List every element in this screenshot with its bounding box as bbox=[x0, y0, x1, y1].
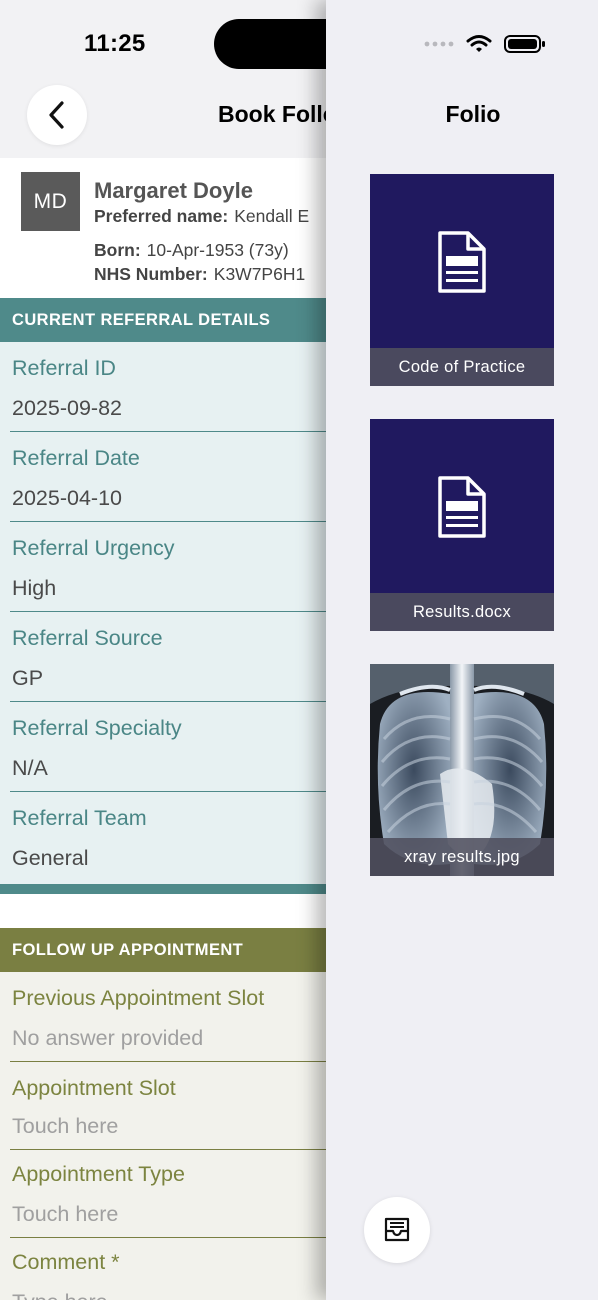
nhs-number-row: NHS Number: K3W7P6H1 bbox=[94, 264, 305, 285]
appointment-slot-input[interactable]: Touch here bbox=[12, 1114, 118, 1139]
field-value: 2025-09-82 bbox=[12, 396, 122, 420]
field-label: Referral Source bbox=[12, 626, 163, 650]
document-name: Code of Practice bbox=[370, 348, 554, 386]
field-value: High bbox=[12, 576, 57, 600]
follow-up-section: Previous Appointment Slot No answer prov… bbox=[0, 972, 326, 1300]
patient-banner: MD Margaret Doyle Preferred name: Kendall… bbox=[0, 158, 326, 298]
nhs-number-label: NHS Number: bbox=[94, 264, 208, 284]
field-label: Referral ID bbox=[12, 356, 116, 380]
appointment-type-field[interactable]: Appointment Type Touch here bbox=[0, 1150, 326, 1238]
referral-section: Referral ID 2025-09-82 Referral Date 202… bbox=[0, 342, 326, 884]
field-label: Referral Team bbox=[12, 806, 147, 830]
field-value: No answer provided bbox=[12, 1026, 204, 1050]
document-icon bbox=[438, 476, 486, 538]
folio-panel: Folio Code of Practice Results.docx xray… bbox=[326, 0, 598, 1300]
folio-title: Folio bbox=[445, 101, 501, 127]
back-button[interactable] bbox=[27, 85, 87, 145]
preferred-name-row: Preferred name: Kendall E bbox=[94, 206, 309, 227]
field-value: GP bbox=[12, 666, 44, 690]
previous-appointment-slot-field: Previous Appointment Slot No answer prov… bbox=[0, 972, 326, 1062]
field-label: Appointment Type bbox=[12, 1162, 185, 1186]
referral-date-field: Referral Date 2025-04-10 bbox=[0, 432, 326, 522]
inbox-icon bbox=[384, 1217, 410, 1242]
avatar: MD bbox=[21, 172, 80, 231]
field-label: Referral Urgency bbox=[12, 536, 175, 560]
born-label: Born: bbox=[94, 240, 141, 260]
status-icons bbox=[424, 32, 546, 56]
field-label: Appointment Slot bbox=[12, 1076, 176, 1100]
field-value: General bbox=[12, 846, 89, 870]
wifi-icon bbox=[466, 35, 492, 52]
folio-document-tile[interactable]: Results.docx bbox=[370, 419, 554, 631]
document-icon bbox=[438, 231, 486, 293]
field-label: Referral Date bbox=[12, 446, 140, 470]
field-value: N/A bbox=[12, 756, 48, 780]
cellular-signal-icon bbox=[424, 41, 454, 47]
inbox-button[interactable] bbox=[364, 1197, 430, 1263]
preferred-name-value: Kendall E bbox=[234, 206, 310, 226]
preferred-name-label: Preferred name: bbox=[94, 206, 229, 226]
document-name: Results.docx bbox=[370, 593, 554, 631]
section-divider bbox=[0, 884, 326, 894]
born-value: 10-Apr-1953 (73y) bbox=[146, 240, 289, 260]
nhs-number-value: K3W7P6H1 bbox=[213, 264, 306, 284]
folio-image-tile[interactable]: xray results.jpg bbox=[370, 664, 554, 876]
document-name: xray results.jpg bbox=[370, 838, 554, 876]
referral-id-field: Referral ID 2025-09-82 bbox=[0, 342, 326, 432]
comment-input[interactable]: Type here bbox=[12, 1290, 108, 1300]
referral-team-field: Referral Team General bbox=[0, 792, 326, 882]
referral-specialty-field: Referral Specialty N/A bbox=[0, 702, 326, 792]
battery-icon bbox=[504, 35, 545, 53]
field-label: Comment * bbox=[12, 1250, 120, 1274]
follow-up-section-header: FOLLOW UP APPOINTMENT bbox=[0, 928, 326, 972]
referral-urgency-field: Referral Urgency High bbox=[0, 522, 326, 612]
field-label: Referral Specialty bbox=[12, 716, 182, 740]
comment-field[interactable]: Comment * Type here bbox=[0, 1238, 326, 1300]
appointment-type-input[interactable]: Touch here bbox=[12, 1202, 118, 1227]
page-title: Book Follo bbox=[218, 101, 326, 127]
field-value: 2025-04-10 bbox=[12, 486, 122, 510]
appointment-slot-field[interactable]: Appointment Slot Touch here bbox=[0, 1062, 326, 1150]
patient-name: Margaret Doyle bbox=[94, 178, 253, 203]
status-time: 11:25 bbox=[84, 30, 146, 57]
born-row: Born: 10-Apr-1953 (73y) bbox=[94, 240, 289, 261]
book-follow-up-page: 11:25 Book Follo MD Margaret Doyle Prefe… bbox=[0, 0, 326, 1300]
folio-document-tile[interactable]: Code of Practice bbox=[370, 174, 554, 386]
chevron-left-icon bbox=[49, 101, 64, 129]
referral-section-header: CURRENT REFERRAL DETAILS bbox=[0, 298, 326, 342]
field-label: Previous Appointment Slot bbox=[12, 986, 265, 1010]
referral-source-field: Referral Source GP bbox=[0, 612, 326, 702]
